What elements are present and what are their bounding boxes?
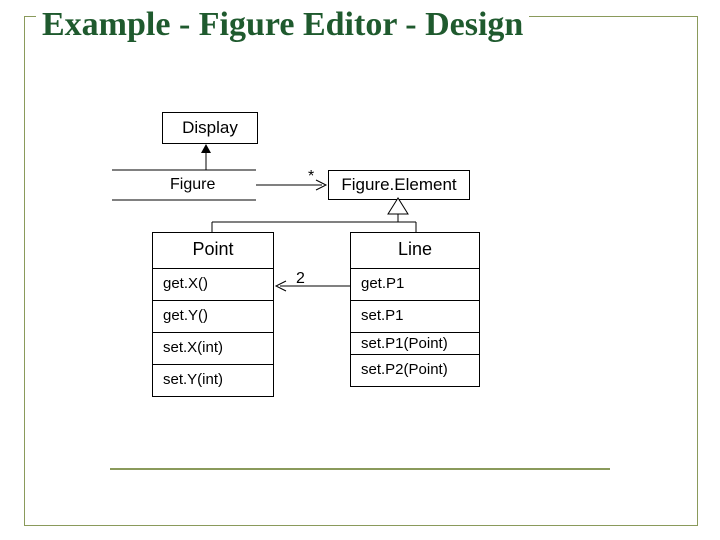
class-point-name: Point xyxy=(153,233,273,268)
line-method-1: get.P1 xyxy=(351,269,479,301)
class-figure: Figure xyxy=(170,176,215,194)
point-method-4: set.Y(int) xyxy=(153,365,273,396)
slide-underline xyxy=(110,468,610,470)
class-point: Point get.X() get.Y() set.X(int) set.Y(i… xyxy=(152,232,274,397)
uml-diagram: Display Figure Figure.Element * Point ge… xyxy=(0,0,720,540)
point-method-3: set.X(int) xyxy=(153,333,273,365)
class-line-name: Line xyxy=(351,233,479,268)
label-two: 2 xyxy=(296,270,305,288)
class-line: Line get.P1 set.P1 set.P1(Point) set.P2(… xyxy=(350,232,480,387)
line-method-4: set.P2(Point) xyxy=(351,355,479,386)
point-method-1: get.X() xyxy=(153,269,273,301)
line-method-3: set.P1(Point) xyxy=(351,333,479,355)
line-method-2: set.P1 xyxy=(351,301,479,333)
class-display: Display xyxy=(162,112,258,144)
label-star: * xyxy=(308,168,314,186)
class-figure-element: Figure.Element xyxy=(328,170,470,200)
point-method-2: get.Y() xyxy=(153,301,273,333)
